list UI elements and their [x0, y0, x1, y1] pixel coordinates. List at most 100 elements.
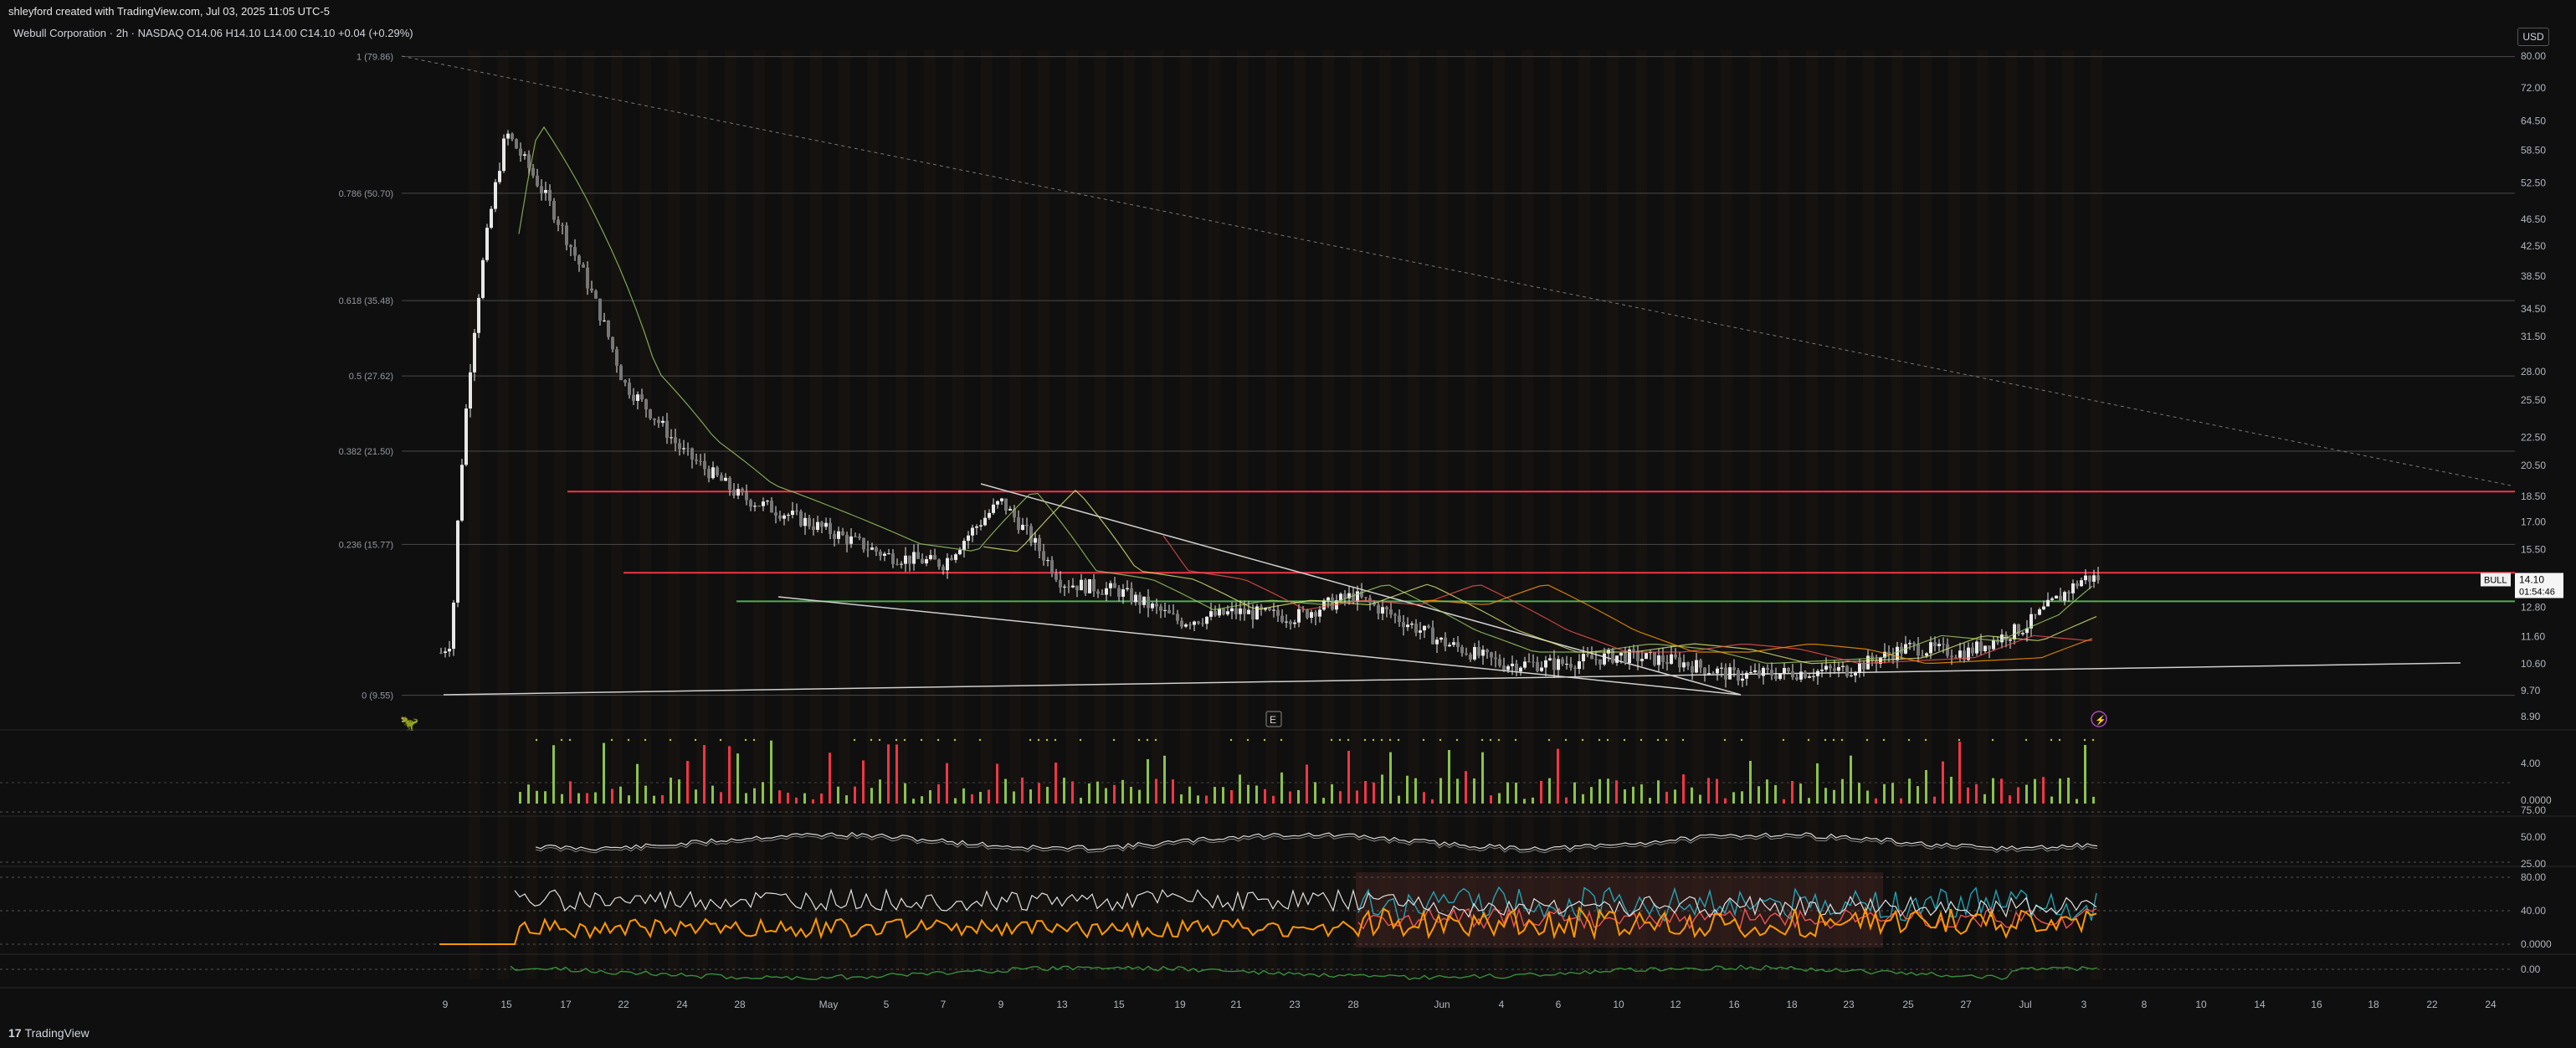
volume-bar	[954, 798, 957, 804]
tradingview-logo-icon: 17	[8, 1026, 22, 1040]
volume-dot	[1907, 738, 1911, 742]
candle-body	[1624, 652, 1627, 664]
volume-bar	[720, 792, 722, 804]
candle-body	[548, 189, 552, 202]
time-tick-label: 19	[1174, 999, 1186, 1010]
volume-bar	[1992, 778, 1994, 804]
candle-body	[1025, 524, 1029, 527]
volume-bar	[1088, 783, 1090, 804]
volume-dot	[644, 738, 647, 742]
candle-body	[1352, 593, 1355, 602]
volume-dot	[920, 738, 923, 742]
candle-body	[565, 225, 568, 245]
volume-bar	[1833, 789, 1835, 804]
candle-body	[1582, 654, 1585, 662]
candle-body	[649, 409, 652, 419]
candle-body	[942, 567, 945, 571]
volume-bar	[1322, 798, 1325, 804]
candle-body	[653, 418, 656, 420]
session-stripe	[668, 50, 680, 979]
volume-bar	[519, 792, 521, 804]
candle-body	[1050, 560, 1054, 574]
candle-body	[1193, 621, 1196, 625]
candle-body	[2000, 634, 2004, 643]
candle-body	[586, 267, 589, 289]
candle-body	[1645, 653, 1648, 660]
session-stripe	[469, 50, 480, 979]
candle-body	[1071, 585, 1075, 588]
candle-body	[448, 649, 451, 652]
time-tick-label: 5	[884, 999, 890, 1010]
candle-body	[1067, 586, 1070, 588]
volume-bar	[1983, 794, 1986, 804]
volume-dot	[1606, 738, 1609, 742]
volume-bar	[1147, 758, 1149, 804]
candle-body	[452, 602, 455, 650]
volume-dot	[568, 738, 572, 742]
price-chart[interactable]: 1 (79.86) 0.786 (50.70) 0.618 (35.48) 0.5 (…	[0, 0, 2576, 1048]
candle-body	[1573, 667, 1577, 670]
volume-bar	[1557, 748, 1559, 804]
candle-body	[1954, 657, 1958, 659]
volume-dot	[1882, 738, 1886, 742]
time-tick-label: 22	[618, 999, 629, 1010]
candle-body	[1816, 670, 1819, 676]
volume-bar	[1565, 797, 1568, 804]
volume-dot	[610, 738, 613, 742]
candle-body	[1234, 608, 1238, 614]
candle-body	[820, 521, 824, 527]
price-tick-label: 52.50	[2521, 177, 2546, 188]
volume-dot	[1054, 738, 1057, 742]
fib-label: 0.382 (21.50)	[339, 447, 393, 457]
candle-body	[1184, 624, 1188, 627]
price-tick-label: 10.60	[2521, 658, 2546, 670]
price-tick-label: 12.80	[2521, 601, 2546, 613]
candle-body	[975, 526, 978, 528]
candle-body	[1937, 644, 1941, 646]
price-tick-label: 38.50	[2521, 270, 2546, 282]
session-stripe	[1237, 50, 1249, 979]
volume-bar	[536, 790, 538, 804]
candle-body	[879, 551, 882, 556]
volume-dot	[1455, 738, 1459, 742]
session-stripe	[839, 50, 850, 979]
candle-body	[829, 522, 832, 534]
volume-bar	[695, 789, 697, 804]
volume-bar	[2050, 796, 2053, 804]
dinosaur-icon: 🦖	[400, 715, 418, 732]
candle-body	[490, 208, 493, 229]
volume-bar	[2067, 778, 2070, 804]
candle-body	[883, 553, 886, 556]
candle-body	[1653, 652, 1656, 665]
candle-body	[481, 259, 485, 298]
candle-body	[1188, 624, 1192, 626]
volume-dot	[1439, 738, 1442, 742]
candle-body	[1214, 611, 1217, 616]
stoch-rsi-pane	[0, 872, 2511, 948]
candle-body	[979, 525, 983, 527]
candle-body	[1820, 669, 1824, 671]
candle-body	[598, 298, 602, 321]
candle-body	[728, 477, 731, 491]
time-tick-label: 12	[1670, 999, 1681, 1010]
price-tick-label: 64.50	[2521, 115, 2546, 126]
session-stripe	[526, 50, 537, 979]
price-tick-label: 25.50	[2521, 394, 2546, 406]
session-stripe	[1749, 50, 1761, 979]
candle-body	[1004, 498, 1008, 511]
candle-body	[628, 383, 631, 395]
volume-bar	[1808, 798, 1810, 804]
candle-body	[1469, 654, 1472, 660]
volume-bar	[1523, 799, 1526, 804]
candle-body	[1619, 652, 1623, 656]
candle-body	[1741, 678, 1744, 681]
candle-body	[1686, 662, 1690, 666]
candle-body	[1862, 663, 1865, 670]
volume-dot	[1824, 738, 1827, 742]
volume-dot	[2024, 738, 2028, 742]
candle-body	[1276, 609, 1280, 616]
candle-body	[1490, 652, 1493, 658]
candle-body	[590, 288, 593, 291]
tradingview-footer[interactable]: 17 TradingView	[8, 1026, 90, 1040]
volume-bar	[770, 740, 772, 804]
